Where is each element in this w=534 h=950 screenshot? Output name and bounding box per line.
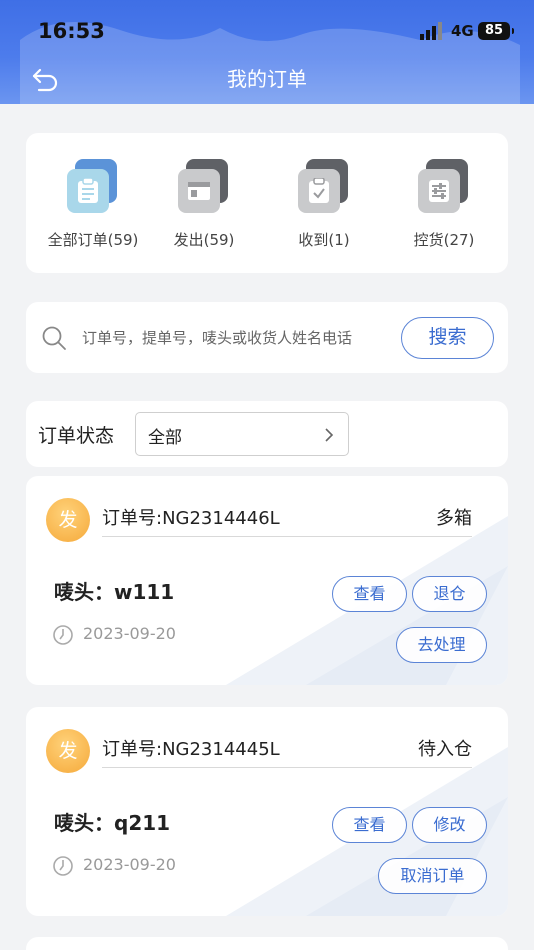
order-date: 2023-09-20	[83, 855, 176, 874]
order-type-badge: 发	[46, 498, 90, 542]
order-date: 2023-09-20	[83, 624, 176, 643]
order-type-badge: 发	[46, 729, 90, 773]
category-label: 收到(1)	[298, 231, 350, 249]
order-card: 发 订单号:NG2314446L 多箱 唛头：w111 2023-09-20 查…	[26, 476, 508, 685]
clipboard-icon	[78, 178, 98, 203]
battery-icon: 85	[478, 22, 514, 40]
order-card: 发 订单号:NG2314445L 待入仓 唛头：q211 2023-09-20 …	[26, 707, 508, 916]
network-type: 4G	[451, 22, 474, 40]
search-icon	[42, 326, 66, 350]
view-button[interactable]: 查看	[332, 807, 407, 843]
page-title: 我的订单	[227, 67, 307, 91]
status-time: 16:53	[38, 19, 105, 43]
category-all-orders[interactable]: 全部订单(59)	[33, 159, 153, 250]
order-number: 订单号:NG2314445L	[102, 739, 280, 760]
category-label: 控货(27)	[413, 231, 475, 249]
search-button[interactable]: 搜索	[401, 317, 494, 359]
category-received[interactable]: 收到(1)	[264, 159, 384, 250]
clock-icon	[53, 856, 73, 876]
divider	[102, 767, 472, 768]
filter-label: 订单状态	[38, 425, 115, 447]
order-status: 多箱	[436, 508, 472, 529]
process-button[interactable]: 去处理	[396, 627, 487, 663]
order-mark: 唛头：q211	[54, 811, 171, 835]
category-controlled[interactable]: 控货(27)	[384, 159, 504, 250]
header: 16:53 4G 85 我的订单	[0, 0, 534, 104]
status-select-value: 全部	[148, 428, 182, 448]
check-clipboard-icon	[309, 178, 329, 203]
sliders-icon	[429, 180, 449, 202]
order-status: 待入仓	[418, 739, 472, 760]
clock-icon	[53, 625, 73, 645]
order-mark: 唛头：w111	[54, 580, 175, 604]
signal-icon	[420, 22, 442, 40]
order-card-partial	[26, 937, 508, 950]
order-number: 订单号:NG2314446L	[102, 508, 280, 529]
cancel-order-button[interactable]: 取消订单	[378, 858, 487, 894]
status-bar: 16:53 4G 85	[0, 0, 534, 56]
order-status-filter: 订单状态 全部	[26, 401, 508, 467]
return-warehouse-button[interactable]: 退仓	[412, 576, 487, 612]
search-input[interactable]	[82, 323, 412, 353]
category-label: 全部订单(59)	[47, 231, 139, 249]
view-button[interactable]: 查看	[332, 576, 407, 612]
window-icon	[188, 182, 210, 200]
search-bar: 搜索	[26, 302, 508, 373]
category-label: 发出(59)	[173, 231, 235, 249]
chevron-right-icon	[325, 428, 334, 442]
edit-button[interactable]: 修改	[412, 807, 487, 843]
divider	[102, 536, 472, 537]
order-category-panel: 全部订单(59) 发出(59) 收到(1) 控货(27)	[26, 133, 508, 273]
category-sent[interactable]: 发出(59)	[144, 159, 264, 250]
status-select[interactable]: 全部	[135, 412, 349, 456]
